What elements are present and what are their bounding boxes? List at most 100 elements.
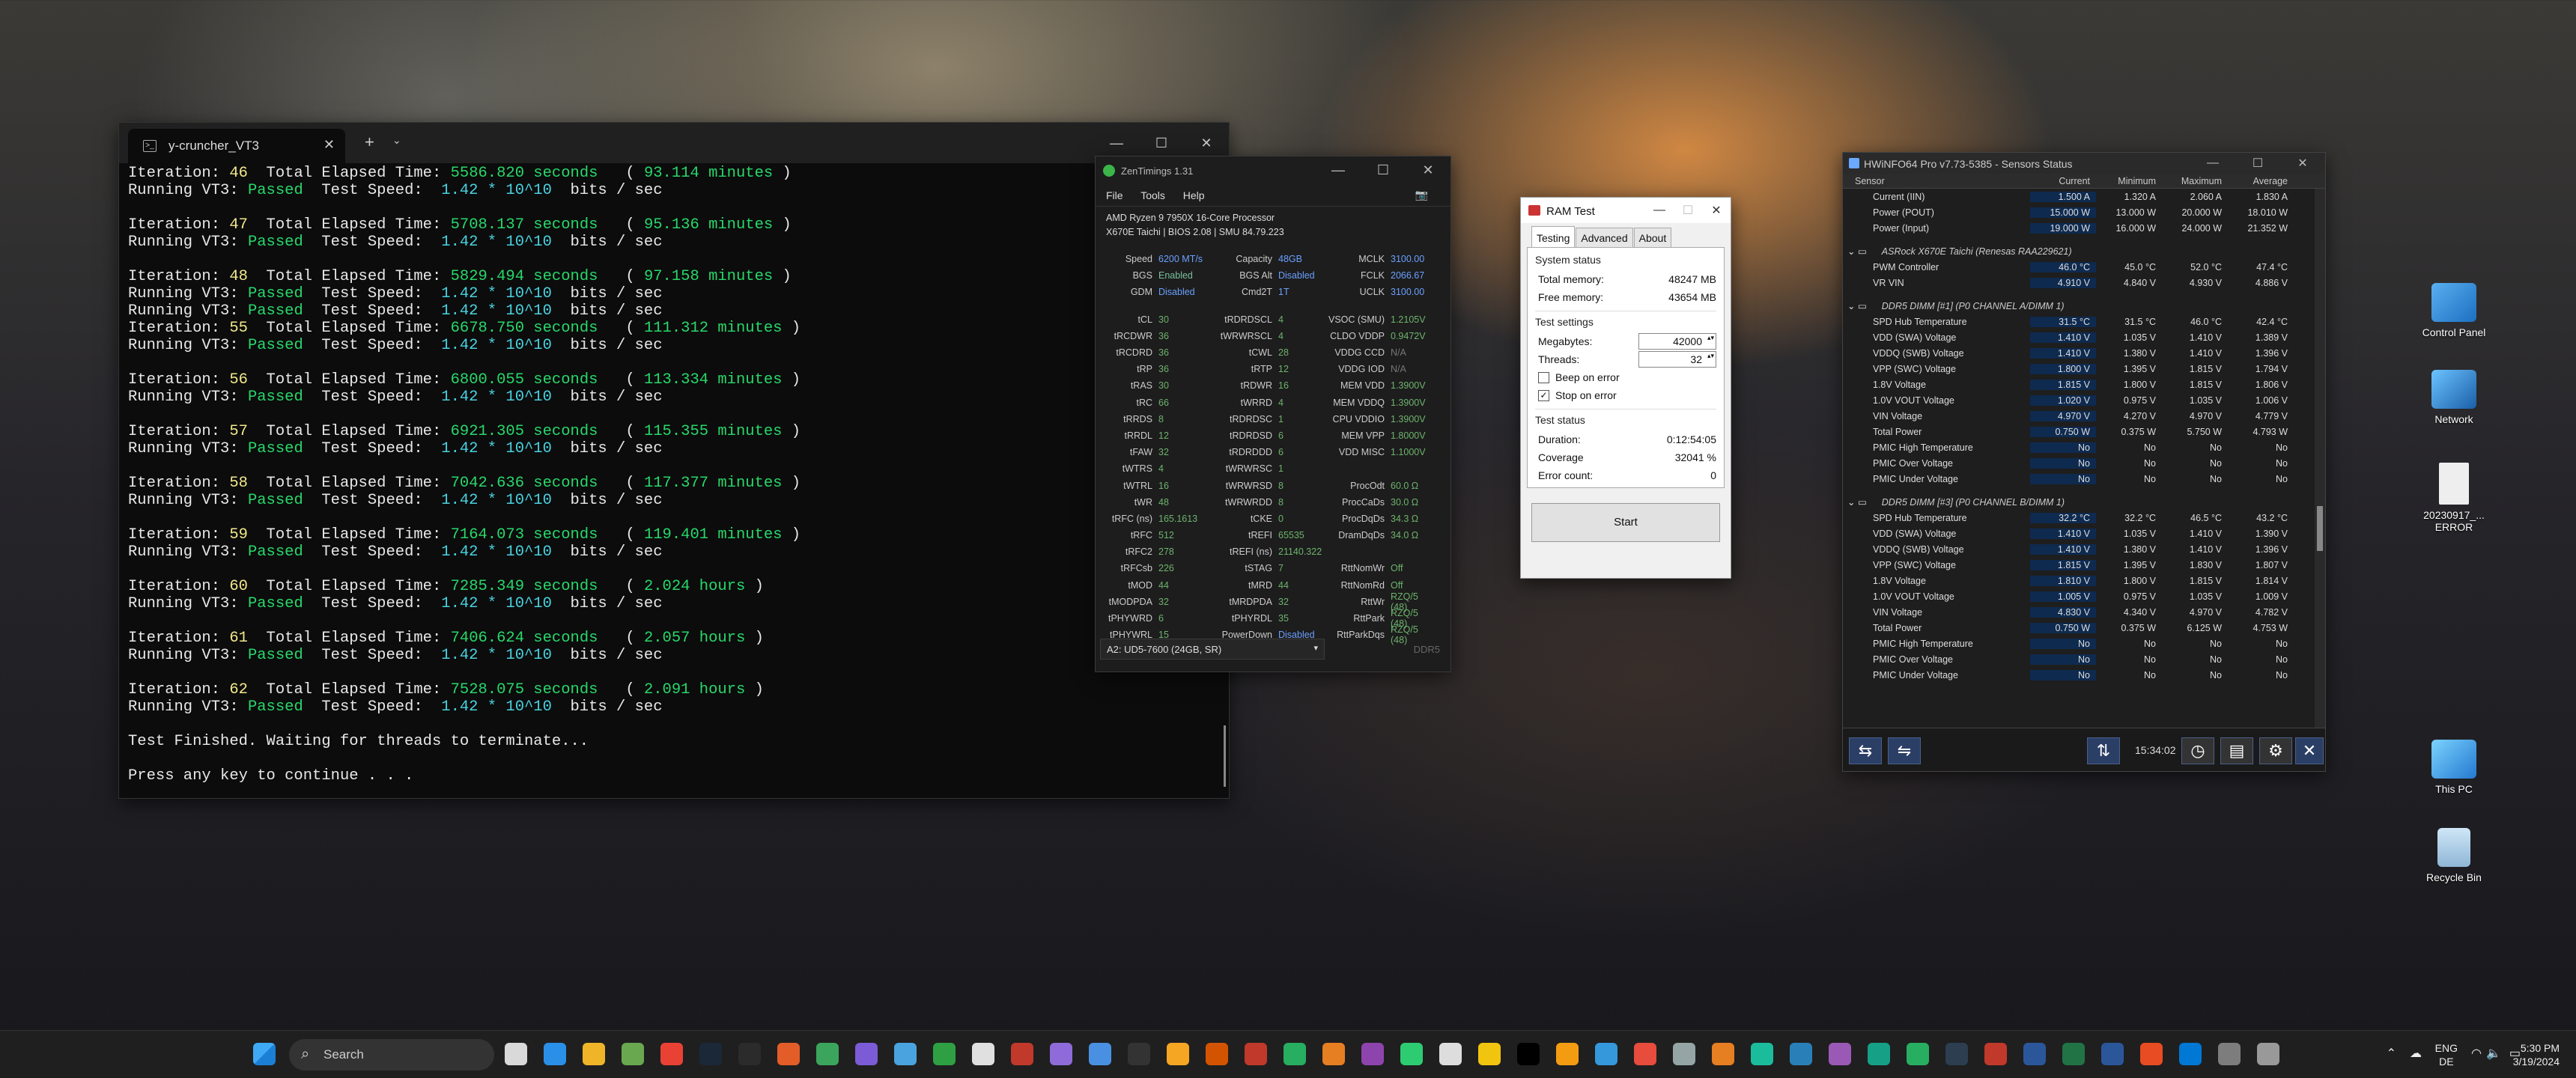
sensor-row[interactable]: PMIC High Temperature No No No No	[1843, 439, 2325, 455]
taskbar-app-icon[interactable]	[933, 1043, 956, 1065]
desktop-icon-recycle-bin[interactable]: Recycle Bin	[2413, 828, 2495, 883]
col-sensor[interactable]: Sensor	[1843, 176, 2030, 186]
taskbar-app-icon[interactable]	[2218, 1043, 2241, 1065]
sensor-row[interactable]: Total Power 0.750 W 0.375 W 6.125 W 4.753 W	[1843, 620, 2325, 636]
taskbar-app-icon[interactable]	[2023, 1043, 2046, 1065]
taskbar-app-icon[interactable]	[1751, 1043, 1773, 1065]
clock-icon[interactable]: ◷	[2181, 737, 2214, 764]
tab-testing[interactable]: Testing	[1531, 226, 1576, 247]
taskbar-app-icon[interactable]	[1245, 1043, 1267, 1065]
menu-tools[interactable]: Tools	[1140, 189, 1165, 201]
col-average[interactable]: Average	[2228, 176, 2294, 186]
desktop-icon-control-panel[interactable]: Control Panel	[2413, 283, 2495, 338]
taskbar-app-icon[interactable]	[1128, 1043, 1150, 1065]
taskbar-app-icon[interactable]	[738, 1043, 761, 1065]
zentimings-titlebar[interactable]: ZenTimings 1.31 — ☐ ✕	[1096, 156, 1450, 183]
close-sensors-icon[interactable]: ✕	[2295, 737, 2324, 764]
settings-gear-icon[interactable]: ⚙	[2259, 737, 2292, 764]
taskbar-app-icon[interactable]	[972, 1043, 994, 1065]
terminal-tab[interactable]: >_ y-cruncher_VT3 ✕	[128, 129, 345, 163]
ramtest-window[interactable]: RAM Test — ☐ ✕ Testing Advanced About Syst…	[1520, 197, 1731, 579]
taskbar-app-icon[interactable]	[855, 1043, 878, 1065]
taskbar-app-icon[interactable]	[1322, 1043, 1345, 1065]
zentimings-window[interactable]: ZenTimings 1.31 — ☐ ✕ File Tools Help 📷 AM…	[1095, 156, 1451, 672]
taskbar-app-icon[interactable]	[1089, 1043, 1111, 1065]
sensor-row[interactable]: VR VIN 4.910 V 4.840 V 4.930 V 4.886 V	[1843, 275, 2325, 290]
sensor-row[interactable]: VDDQ (SWB) Voltage 1.410 V 1.380 V 1.410 V 1…	[1843, 345, 2325, 361]
col-current[interactable]: Current	[2030, 176, 2096, 186]
sensor-row[interactable]: VDDQ (SWB) Voltage 1.410 V 1.380 V 1.410 V 1…	[1843, 541, 2325, 557]
sensor-group-row[interactable]: ⌄ ▭ DDR5 DIMM [#3] (P0 CHANNEL B/DIMM 1)	[1843, 494, 2325, 510]
taskbar-app-icon[interactable]	[1439, 1043, 1462, 1065]
network-report-icon[interactable]: ⇅	[2087, 737, 2120, 764]
sensor-row[interactable]: PMIC Over Voltage No No No No	[1843, 455, 2325, 471]
taskbar-app-icon[interactable]	[1517, 1043, 1540, 1065]
sensor-row[interactable]: 1.0V VOUT Voltage 1.020 V 0.975 V 1.035 V 1.…	[1843, 392, 2325, 408]
stop-checkbox[interactable]: ✓	[1538, 389, 1549, 401]
start-windows-icon[interactable]	[253, 1043, 276, 1065]
taskbar-app-icon[interactable]	[505, 1043, 527, 1065]
taskbar-app-icon[interactable]	[699, 1043, 722, 1065]
taskbar-app-icon[interactable]	[622, 1043, 644, 1065]
taskbar-app-icon[interactable]	[1556, 1043, 1579, 1065]
sensor-row[interactable]: VPP (SWC) Voltage 1.800 V 1.395 V 1.815 V 1.…	[1843, 361, 2325, 377]
nav-arrows-icon[interactable]: ⇆	[1849, 737, 1882, 764]
taskbar-app-icon[interactable]	[1011, 1043, 1033, 1065]
maximize-button[interactable]: ☐	[2235, 153, 2280, 174]
maximize-button[interactable]: ☐	[1674, 198, 1702, 223]
menu-file[interactable]: File	[1106, 189, 1123, 201]
taskbar-app-icon[interactable]	[1634, 1043, 1656, 1065]
taskbar-app-icon[interactable]	[816, 1043, 839, 1065]
taskbar-app-icon[interactable]	[894, 1043, 917, 1065]
sensor-row[interactable]: Total Power 0.750 W 0.375 W 5.750 W 4.793 W	[1843, 424, 2325, 439]
taskbar-app-icon[interactable]	[1206, 1043, 1228, 1065]
desktop-icon-network[interactable]: Network	[2413, 370, 2495, 425]
menu-help[interactable]: Help	[1183, 189, 1205, 201]
taskbar-app-icon[interactable]	[2257, 1043, 2279, 1065]
tab-advanced[interactable]: Advanced	[1576, 228, 1633, 247]
desktop-icon-this-pc[interactable]: This PC	[2413, 740, 2495, 795]
threads-input[interactable]: 32	[1638, 351, 1716, 368]
start-button[interactable]: Start	[1531, 503, 1720, 542]
taskbar-app-icon[interactable]	[1829, 1043, 1851, 1065]
col-minimum[interactable]: Minimum	[2096, 176, 2162, 186]
sensor-row[interactable]: SPD Hub Temperature 31.5 °C 31.5 °C 46.0 °C…	[1843, 314, 2325, 329]
taskbar-app-icon[interactable]	[777, 1043, 800, 1065]
taskbar-app-icon[interactable]	[1284, 1043, 1306, 1065]
beep-checkbox[interactable]	[1538, 371, 1549, 383]
sensor-row[interactable]: VIN Voltage 4.970 V 4.270 V 4.970 V 4.779 V	[1843, 408, 2325, 424]
terminal-output[interactable]: Iteration: 46 Total Elapsed Time: 5586.8…	[119, 163, 1229, 786]
sensor-row[interactable]: PMIC Under Voltage No No No No	[1843, 667, 2325, 683]
report-icon[interactable]: ▤	[2220, 737, 2253, 764]
taskbar-app-icon[interactable]	[1361, 1043, 1384, 1065]
hwinfo-titlebar[interactable]: HWiNFO64 Pro v7.73-5385 - Sensors Status…	[1843, 153, 2325, 174]
cloud-icon[interactable]: ☁	[2410, 1046, 2422, 1061]
sensor-row[interactable]: 1.8V Voltage 1.810 V 1.800 V 1.815 V 1.814 V	[1843, 573, 2325, 588]
close-tab-icon[interactable]: ✕	[323, 137, 335, 153]
sensor-row[interactable]: Power (Input) 19.000 W 16.000 W 24.000 W 21.…	[1843, 220, 2325, 236]
clock[interactable]: 5:30 PM 3/19/2024	[2513, 1041, 2560, 1068]
megabytes-input[interactable]: 42000	[1638, 333, 1716, 350]
taskbar-app-icon[interactable]	[1167, 1043, 1189, 1065]
taskbar-app-icon[interactable]	[2101, 1043, 2124, 1065]
taskbar-app-icon[interactable]	[1673, 1043, 1695, 1065]
taskbar-app-icon[interactable]	[1984, 1043, 2007, 1065]
taskbar-search[interactable]: ⌕ Search	[289, 1039, 494, 1071]
sensor-group-row[interactable]: ⌄ ▭ ASRock X670E Taichi (Renesas RAA2296…	[1843, 243, 2325, 259]
speaker-icon[interactable]: 🔈	[2486, 1046, 2501, 1061]
terminal-window[interactable]: >_ y-cruncher_VT3 ✕ + ⌄ — ☐ ✕ Iteration:…	[118, 122, 1230, 799]
language-indicator[interactable]: ENG DE	[2435, 1041, 2458, 1068]
taskbar-app-icon[interactable]	[1595, 1043, 1617, 1065]
desktop-icon-file[interactable]: 20230917_... ERROR	[2413, 463, 2495, 533]
new-tab-button[interactable]: +	[365, 133, 374, 152]
taskbar-app-icon[interactable]	[1050, 1043, 1072, 1065]
sensor-row[interactable]: PMIC Over Voltage No No No No	[1843, 651, 2325, 667]
ramtest-titlebar[interactable]: RAM Test — ☐ ✕	[1521, 198, 1731, 223]
taskbar-app-icon[interactable]	[2179, 1043, 2202, 1065]
minimize-button[interactable]: —	[1316, 156, 1361, 183]
tab-about[interactable]: About	[1633, 228, 1672, 247]
terminal-titlebar[interactable]: >_ y-cruncher_VT3 ✕ + ⌄ — ☐ ✕	[119, 123, 1229, 163]
sensor-row[interactable]: PWM Controller 46.0 °C 45.0 °C 52.0 °C 47.4 …	[1843, 259, 2325, 275]
close-button[interactable]: ✕	[1406, 156, 1450, 183]
sensor-row[interactable]: VPP (SWC) Voltage 1.815 V 1.395 V 1.830 V 1.…	[1843, 557, 2325, 573]
